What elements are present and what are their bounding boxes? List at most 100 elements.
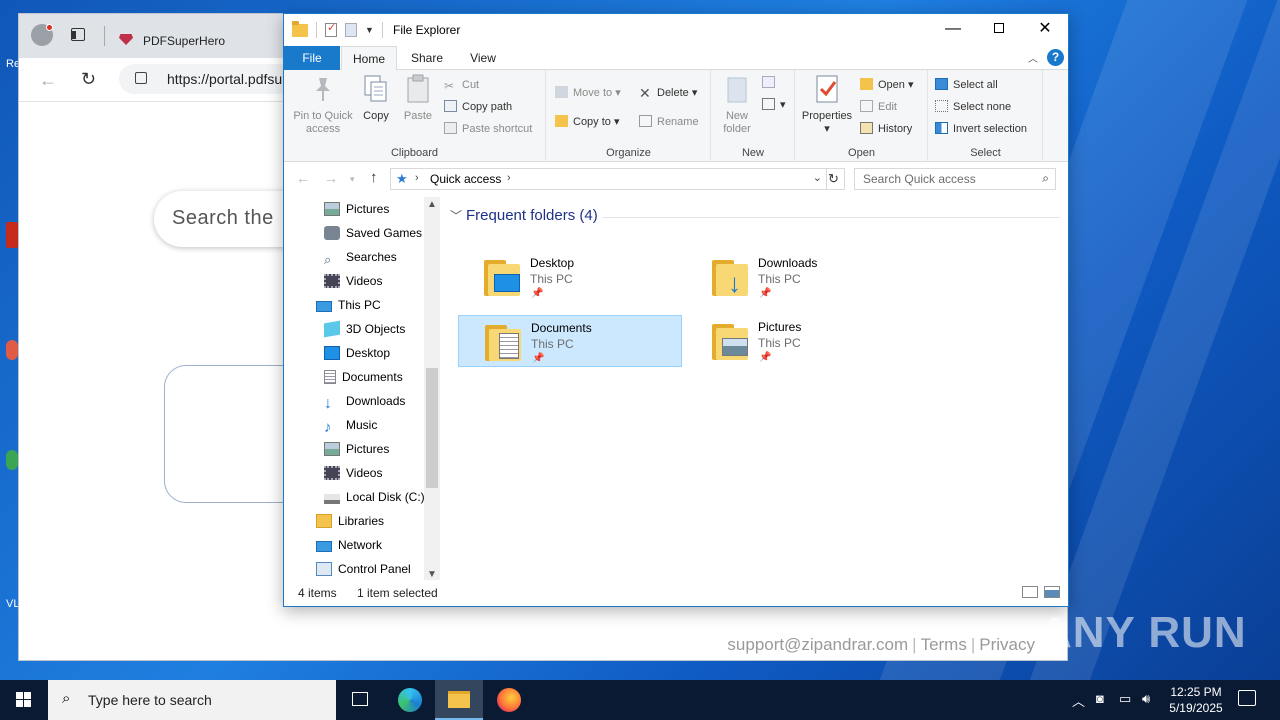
invert-selection-button[interactable]: Invert selection (935, 120, 1027, 138)
folder-tile-downloads[interactable]: ↓ Downloads This PC 📌 (686, 251, 910, 303)
privacy-link[interactable]: Privacy (979, 635, 1035, 654)
properties-button[interactable]: Properties ▾ (798, 74, 856, 136)
nav-item-3d-objects[interactable]: 3D Objects (324, 317, 405, 341)
nav-scrollbar[interactable]: ▲ ▼ (424, 197, 440, 582)
nav-item-downloads[interactable]: ↓ Downloads (324, 389, 405, 413)
reload-icon[interactable]: ↻ (81, 69, 96, 90)
scroll-up-icon[interactable]: ▲ (427, 199, 437, 210)
chevron-down-icon[interactable]: ⌄ (813, 171, 822, 184)
file-explorer-taskbar-button[interactable] (435, 680, 483, 720)
refresh-icon[interactable]: ↻ (823, 168, 845, 190)
desktop-icon-stub[interactable] (6, 222, 18, 250)
nav-item-videos-pc[interactable]: Videos (324, 461, 382, 485)
nav-item-documents[interactable]: Documents (324, 365, 403, 389)
clock[interactable]: 12:25 PM 5/19/2025 (1163, 684, 1229, 716)
chevron-right-icon[interactable]: › (507, 172, 511, 184)
support-email-link[interactable]: support@zipandrar.com (727, 635, 908, 654)
chevron-right-icon[interactable]: › (415, 172, 419, 184)
tab-home[interactable]: Home (341, 46, 397, 71)
folder-tile-desktop[interactable]: Desktop This PC 📌 (458, 251, 682, 303)
large-icons-view-icon[interactable] (1044, 586, 1060, 598)
nav-item-pictures-pc[interactable]: Pictures (324, 437, 389, 461)
copy-to-button[interactable]: Copy to ▾ (555, 113, 620, 131)
copy-button[interactable]: Copy (358, 74, 394, 123)
cut-button[interactable]: ✂ Cut (444, 76, 479, 94)
firefox-taskbar-button[interactable] (485, 680, 533, 720)
pin-to-quick-access-button[interactable]: Pin to Quick access (290, 74, 356, 136)
search-input[interactable]: Search Quick access ⌕ (854, 168, 1056, 190)
terms-link[interactable]: Terms (921, 635, 967, 654)
recent-locations-icon[interactable]: ▾ (350, 174, 355, 185)
customize-dropdown-icon[interactable]: ▼ (365, 25, 374, 35)
nav-item-libraries[interactable]: Libraries (316, 509, 384, 533)
taskbar-search-box[interactable]: ⌕ Type here to search (48, 680, 336, 720)
nav-item-this-pc[interactable]: This PC (316, 293, 381, 317)
up-arrow-icon[interactable]: ↑ (370, 169, 378, 186)
group-label: New (741, 147, 764, 159)
nav-item-control-panel[interactable]: Control Panel (316, 557, 411, 581)
lock-icon[interactable] (135, 72, 147, 84)
move-to-button[interactable]: Move to ▾ (555, 84, 621, 102)
search-icon[interactable]: ⌕ (1042, 171, 1049, 186)
properties-icon[interactable] (325, 21, 337, 37)
tab-view[interactable]: View (458, 46, 508, 70)
new-item-button[interactable] (762, 74, 780, 92)
nav-item-desktop[interactable]: Desktop (324, 341, 390, 365)
rename-button[interactable]: Rename (639, 113, 699, 131)
select-none-button[interactable]: Select none (935, 98, 1011, 116)
nav-item-music[interactable]: ♪ Music (324, 413, 377, 437)
address-bar[interactable]: ★ › Quick access › ⌄ (390, 168, 827, 190)
nav-item-saved-games[interactable]: Saved Games (324, 221, 422, 245)
details-view-icon[interactable] (1022, 586, 1038, 598)
copy-path-button[interactable]: Copy path (444, 98, 512, 116)
folder-tile-pictures[interactable]: Pictures This PC 📌 (686, 315, 910, 367)
nav-item-pictures[interactable]: Pictures (324, 197, 389, 221)
selection-count: 1 item selected (357, 586, 438, 600)
paste-button[interactable]: Paste (400, 74, 436, 123)
new-folder-button[interactable]: New folder (716, 74, 758, 136)
forward-arrow-icon[interactable]: → (324, 170, 338, 186)
tab-actions-icon[interactable] (71, 28, 85, 41)
paste-shortcut-button[interactable]: Paste shortcut (444, 120, 532, 138)
delete-x-icon: ✕ (639, 85, 651, 101)
folder-tile-documents[interactable]: Documents This PC 📌 (458, 315, 682, 367)
edge-taskbar-button[interactable] (386, 680, 434, 720)
maximize-button[interactable] (976, 14, 1022, 46)
select-all-button[interactable]: Select all (935, 76, 998, 94)
volume-icon[interactable]: 🔊︎ (1142, 691, 1150, 707)
edit-button[interactable]: Edit (860, 98, 897, 116)
task-view-button[interactable] (336, 680, 384, 720)
tab-share[interactable]: Share (402, 46, 452, 70)
meet-now-icon[interactable]: ◙ (1096, 691, 1104, 706)
start-button[interactable] (0, 680, 48, 720)
browser-tab[interactable]: PDFSuperHero (111, 20, 301, 58)
nav-item-searches[interactable]: ⌕ Searches (324, 245, 397, 269)
pin-icon: 📌 (759, 352, 772, 363)
close-button[interactable]: ✕ (1022, 14, 1068, 46)
frequent-folders-header[interactable]: ﹀ Frequent folders (4) (450, 207, 598, 224)
nav-item-network[interactable]: Network (316, 533, 382, 557)
easy-access-button[interactable]: ▾ (762, 96, 786, 114)
breadcrumb-quick-access[interactable]: Quick access (430, 172, 501, 186)
scrollbar-thumb[interactable] (426, 368, 438, 488)
pin-icon: 📌 (531, 288, 544, 299)
back-arrow-icon[interactable]: ← (39, 70, 57, 91)
history-button[interactable]: History (860, 120, 912, 138)
nav-item-local-disk[interactable]: Local Disk (C:) (324, 485, 424, 509)
delete-button[interactable]: ✕ Delete ▾ (639, 84, 697, 102)
url-text[interactable]: https://portal.pdfsu (167, 71, 282, 87)
tab-file[interactable]: File (284, 46, 340, 70)
scroll-down-icon[interactable]: ▼ (427, 569, 437, 580)
back-arrow-icon[interactable]: ← (296, 170, 310, 186)
open-button[interactable]: Open ▾ (860, 76, 914, 94)
chevron-up-icon[interactable]: ︿ (1028, 50, 1038, 65)
chevron-up-icon[interactable]: ︿ (1072, 691, 1085, 710)
desktop-icon-stub[interactable] (6, 340, 18, 362)
desktop-icon-stub[interactable] (6, 450, 18, 472)
network-icon[interactable]: ▭ (1119, 691, 1131, 707)
nav-item-videos[interactable]: Videos (324, 269, 382, 293)
notification-icon[interactable] (1238, 690, 1256, 706)
new-folder-icon[interactable] (345, 23, 357, 37)
minimize-button[interactable]: — (930, 14, 976, 46)
help-icon[interactable]: ? (1047, 49, 1064, 66)
